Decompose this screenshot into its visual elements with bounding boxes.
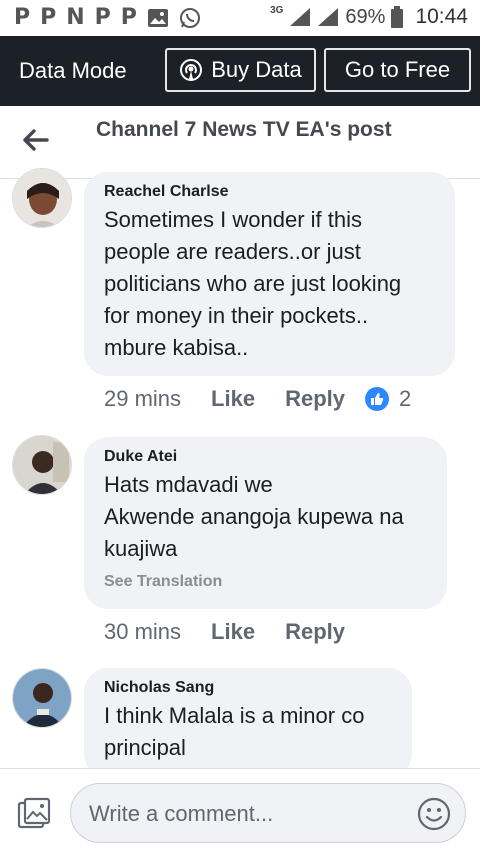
comment-text: I think Malala is a minor co principal [104,700,392,764]
comment-bubble[interactable]: Duke Atei Hats mdavadi we Akwende anango… [84,437,447,609]
notification-p-icon: P [94,5,111,30]
data-mode-label: Data Mode [19,58,127,83]
comment-text: Sometimes I wonder if this people are re… [104,204,435,364]
comment-actions: 30 mins Like Reply [104,619,345,645]
commenter-name[interactable]: Duke Atei [104,447,427,467]
comment-line: kuajiwa [104,536,178,561]
network-type: 3G [270,4,284,16]
comment-bubble[interactable]: Nicholas Sang I think Malala is a minor … [84,668,412,778]
photo-icon[interactable] [17,797,51,831]
post-header: Channel 7 News TV EA's post [0,106,480,179]
signal-icon [290,8,311,26]
battery-percent: 69% [345,5,386,28]
avatar[interactable] [12,168,72,228]
battery-icon [391,6,404,28]
comment-line: I think Malala is a minor co [104,703,365,728]
avatar[interactable] [12,668,72,728]
like-button[interactable]: Like [211,619,255,645]
comment-line: people are readers..or just [104,239,361,264]
comment-line: Akwende anangoja kupewa na [104,504,404,529]
reply-button[interactable]: Reply [285,619,345,645]
comment-line: Sometimes I wonder if this [104,207,362,232]
status-bar: P P N P P 3G 69% 10:44 [0,0,480,36]
notification-p-icon: P [40,5,57,30]
go-to-free-label: Go to Free [344,57,451,82]
like-button[interactable]: Like [211,386,255,412]
buy-data-label: Buy Data [211,57,302,82]
avatar[interactable] [12,435,72,495]
comment-time[interactable]: 30 mins [104,619,181,645]
data-mode-bar: Data Mode Buy Data Go to Free [0,36,480,106]
whatsapp-icon [179,8,200,28]
comment-line: principal [104,735,186,760]
image-icon [147,9,168,27]
comment-composer [0,768,480,855]
comment-line: mbure kabisa.. [104,335,249,360]
reaction-count[interactable]: 2 [399,386,411,412]
comment-text: Hats mdavadi we Akwende anangoja kupewa … [104,469,427,565]
comment-actions: 29 mins Like Reply 2 [104,386,411,412]
see-translation-link[interactable]: See Translation [104,573,427,591]
notification-icons: P P N P P [14,7,201,29]
comment-time[interactable]: 29 mins [104,386,181,412]
reply-button[interactable]: Reply [285,386,345,412]
commenter-name[interactable]: Nicholas Sang [104,678,392,698]
comment-input-wrapper[interactable] [70,783,466,844]
back-arrow-icon[interactable] [22,126,50,154]
like-reaction-icon[interactable] [365,387,389,411]
comment-line: politicians who are just looking [104,271,402,296]
notification-p-icon: P [120,5,137,30]
clock: 10:44 [415,5,468,28]
buy-data-button[interactable]: Buy Data [165,48,316,92]
notification-n-icon: N [66,5,85,30]
signal-icon [318,8,339,26]
page-title: Channel 7 News TV EA's post [96,118,392,141]
notification-p-icon: P [14,5,31,30]
broadcast-icon [180,59,203,81]
comment-input[interactable] [87,784,401,844]
commenter-name[interactable]: Reachel Charlse [104,182,435,202]
comment-bubble[interactable]: Reachel Charlse Sometimes I wonder if th… [84,172,455,376]
go-to-free-button[interactable]: Go to Free [324,48,471,92]
comment-line: for money in their pockets.. [104,303,369,328]
emoji-icon[interactable] [417,797,451,831]
system-icons: 3G 69% 10:44 [270,5,468,29]
comment-line: Hats mdavadi we [104,472,273,497]
